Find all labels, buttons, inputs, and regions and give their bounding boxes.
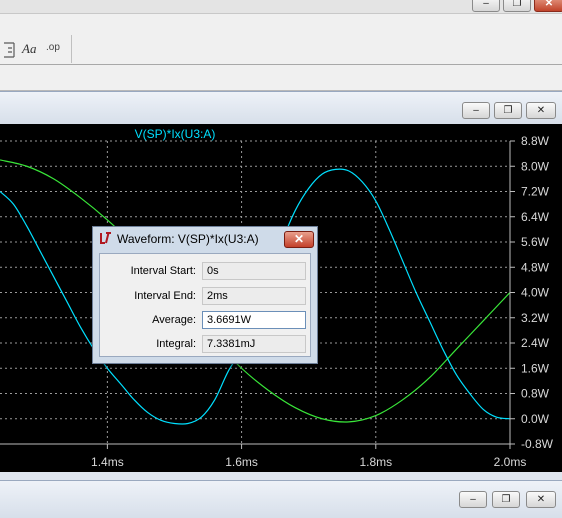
- x-tick-label: 1.4ms: [91, 455, 124, 469]
- top-minimize-button[interactable]: ‒: [472, 0, 500, 12]
- text-tool-icon[interactable]: Aa: [22, 41, 36, 57]
- waveform-dialog: Waveform: V(SP)*Ix(U3:A) ✕ Interval Star…: [92, 226, 318, 364]
- y-tick-label: 8.0W: [521, 159, 550, 173]
- lower-restore-button[interactable]: ❐: [492, 491, 520, 508]
- lower-minimize-button[interactable]: ‒: [459, 491, 487, 508]
- average-label: Average:: [152, 314, 196, 326]
- x-tick-label: 2.0ms: [494, 455, 527, 469]
- close-icon: ✕: [544, 0, 554, 9]
- spice-directive-icon[interactable]: .op: [46, 42, 60, 53]
- restore-icon: ❐: [501, 494, 511, 505]
- y-tick-label: -0.8W: [521, 437, 554, 451]
- plot-restore-button[interactable]: ❐: [494, 102, 522, 119]
- y-tick-label: 2.4W: [521, 336, 550, 350]
- toolbar-separator: [71, 35, 72, 63]
- y-tick-label: 0.0W: [521, 412, 550, 426]
- top-window-strip: ‒ ❐ ✕: [0, 0, 562, 14]
- y-tick-label: 8.8W: [521, 134, 550, 148]
- interval-end-field[interactable]: 2ms: [202, 287, 306, 305]
- bracket-icon[interactable]: [0, 40, 18, 60]
- restore-icon: ❐: [512, 0, 522, 9]
- x-tick-label: 1.6ms: [225, 455, 258, 469]
- restore-icon: ❐: [503, 105, 513, 116]
- minimize-icon: ‒: [473, 105, 479, 116]
- integral-label: Integral:: [156, 338, 196, 350]
- integral-field[interactable]: 7.3381mJ: [202, 335, 306, 353]
- y-tick-label: 4.8W: [521, 260, 550, 274]
- x-tick-label: 1.8ms: [359, 455, 392, 469]
- interval-end-label: Interval End:: [134, 290, 196, 302]
- y-tick-label: 0.8W: [521, 387, 550, 401]
- interval-start-label: Interval Start:: [130, 265, 196, 277]
- tab-strip: [0, 65, 562, 91]
- ltspice-logo-icon: [100, 232, 111, 244]
- top-restore-button[interactable]: ❐: [503, 0, 531, 12]
- plot-minimize-button[interactable]: ‒: [462, 102, 490, 119]
- trace-title[interactable]: V(SP)*Ix(U3:A): [135, 127, 216, 141]
- y-tick-label: 3.2W: [521, 311, 550, 325]
- toolbar: Aa .op: [0, 14, 562, 64]
- top-close-button[interactable]: ✕: [534, 0, 562, 12]
- lower-window-caption: ‒ ❐ ✕: [0, 480, 562, 518]
- average-field[interactable]: 3.6691W: [202, 311, 306, 329]
- y-tick-label: 1.6W: [521, 361, 550, 375]
- y-tick-label: 5.6W: [521, 235, 550, 249]
- dialog-close-button[interactable]: ✕: [284, 231, 314, 248]
- interval-start-field[interactable]: 0s: [202, 262, 306, 280]
- plot-window-caption: ‒ ❐ ✕: [0, 92, 562, 124]
- lower-close-button[interactable]: ✕: [526, 491, 556, 508]
- close-icon: ✕: [293, 232, 305, 246]
- minimize-icon: ‒: [470, 494, 476, 505]
- y-tick-label: 6.4W: [521, 210, 550, 224]
- close-icon: ✕: [536, 494, 546, 505]
- dialog-title: Waveform: V(SP)*Ix(U3:A): [117, 232, 259, 246]
- dialog-body: Interval Start: 0s Interval End: 2ms Ave…: [99, 253, 311, 357]
- plot-close-button[interactable]: ✕: [526, 102, 556, 119]
- minimize-icon: ‒: [483, 0, 489, 9]
- y-tick-label: 7.2W: [521, 185, 550, 199]
- close-icon: ✕: [536, 105, 546, 116]
- y-tick-label: 4.0W: [521, 286, 550, 300]
